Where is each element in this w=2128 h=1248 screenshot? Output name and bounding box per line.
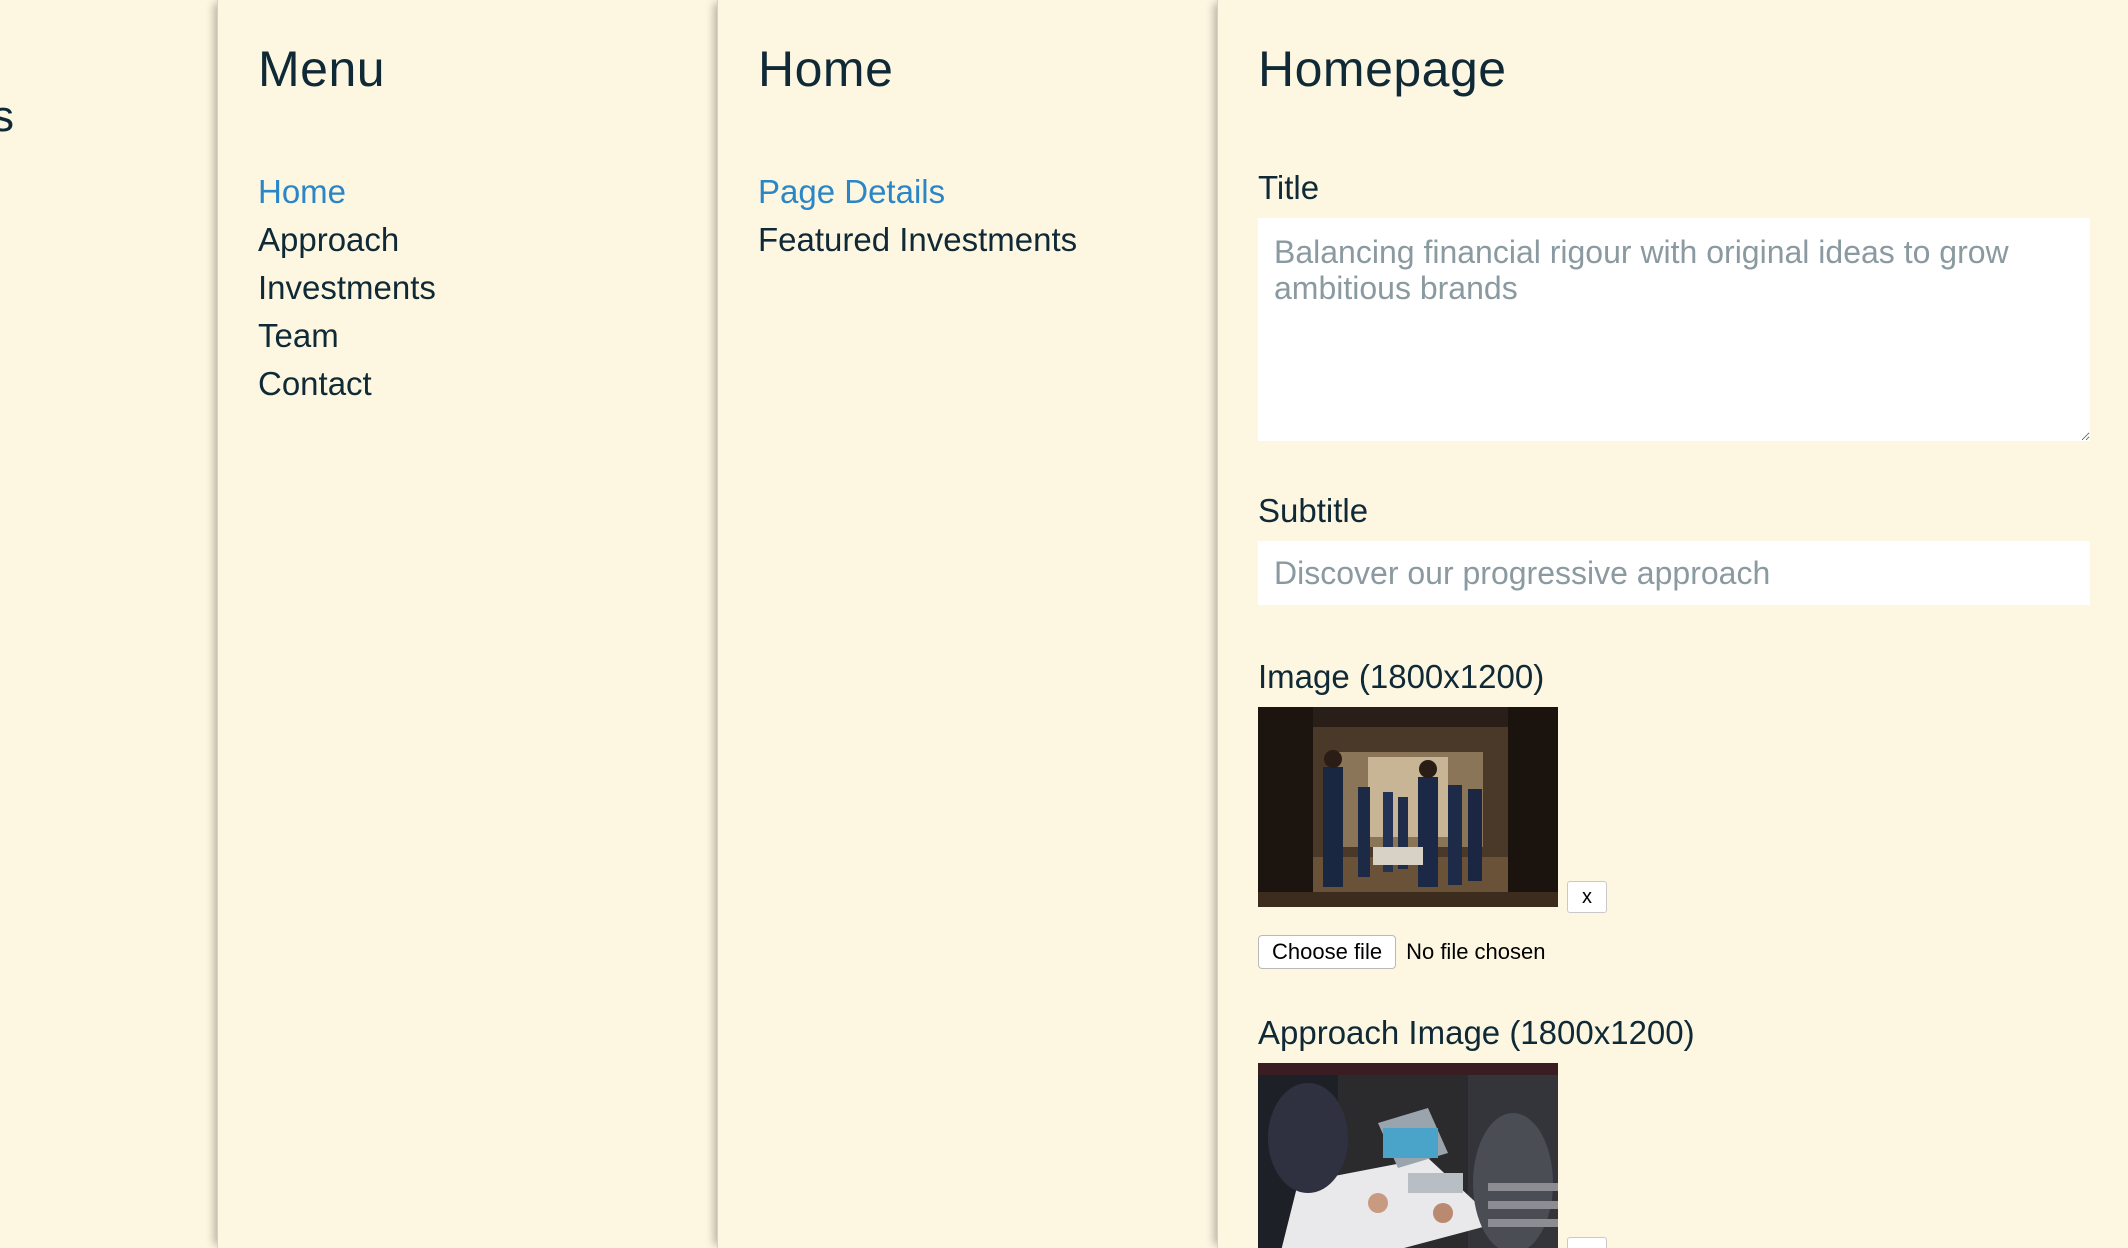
menu-item-investments[interactable]: Investments (258, 264, 436, 312)
home-nav-list: Page Details Featured Investments (758, 168, 1077, 264)
menu-item-approach[interactable]: Approach (258, 216, 436, 264)
image-thumbnail (1258, 707, 1558, 907)
homepage-form-panel: Homepage Title Subtitle Image (1800x1200… (1217, 0, 2128, 1248)
home-panel: Home Page Details Featured Investments (717, 0, 1218, 1248)
menu-nav-list: Home Approach Investments Team Contact (258, 168, 436, 408)
home-item-featured-investments[interactable]: Featured Investments (758, 216, 1077, 264)
home-item-page-details[interactable]: Page Details (758, 168, 1077, 216)
file-status-text: No file chosen (1406, 939, 1546, 964)
form-panel-title: Homepage (1258, 41, 1507, 97)
image-file-picker: Choose file No file chosen (1258, 935, 2090, 969)
approach-image-field-label: Approach Image (1800x1200) (1258, 1014, 1695, 1051)
menu-item-contact[interactable]: Contact (258, 360, 436, 408)
offscreen-panel-text: s (0, 92, 14, 141)
app-canvas: s Menu Home Approach Investments Team Co… (0, 0, 2128, 1248)
approach-image-preview-row: x (1258, 1063, 2090, 1248)
remove-approach-image-button[interactable]: x (1567, 1237, 1607, 1248)
subtitle-input[interactable] (1258, 541, 2090, 605)
subtitle-field-label: Subtitle (1258, 492, 1369, 529)
image-preview-row: x (1258, 707, 2090, 917)
home-panel-title: Home (758, 41, 894, 97)
image-field-label: Image (1800x1200) (1258, 658, 1545, 695)
menu-panel: Menu Home Approach Investments Team Cont… (217, 0, 718, 1248)
menu-panel-title: Menu (258, 41, 386, 97)
approach-image-preview-photo (1258, 1063, 1558, 1248)
title-field-label: Title (1258, 169, 1320, 206)
title-textarea[interactable] (1258, 218, 2090, 441)
remove-image-button[interactable]: x (1567, 881, 1607, 913)
image-preview-photo (1258, 707, 1558, 907)
homepage-form: Title Subtitle Image (1800x1200) (1258, 168, 2090, 1248)
choose-file-button[interactable]: Choose file (1258, 935, 1397, 969)
approach-image-thumbnail (1258, 1063, 1558, 1248)
menu-item-team[interactable]: Team (258, 312, 436, 360)
menu-item-home[interactable]: Home (258, 168, 436, 216)
